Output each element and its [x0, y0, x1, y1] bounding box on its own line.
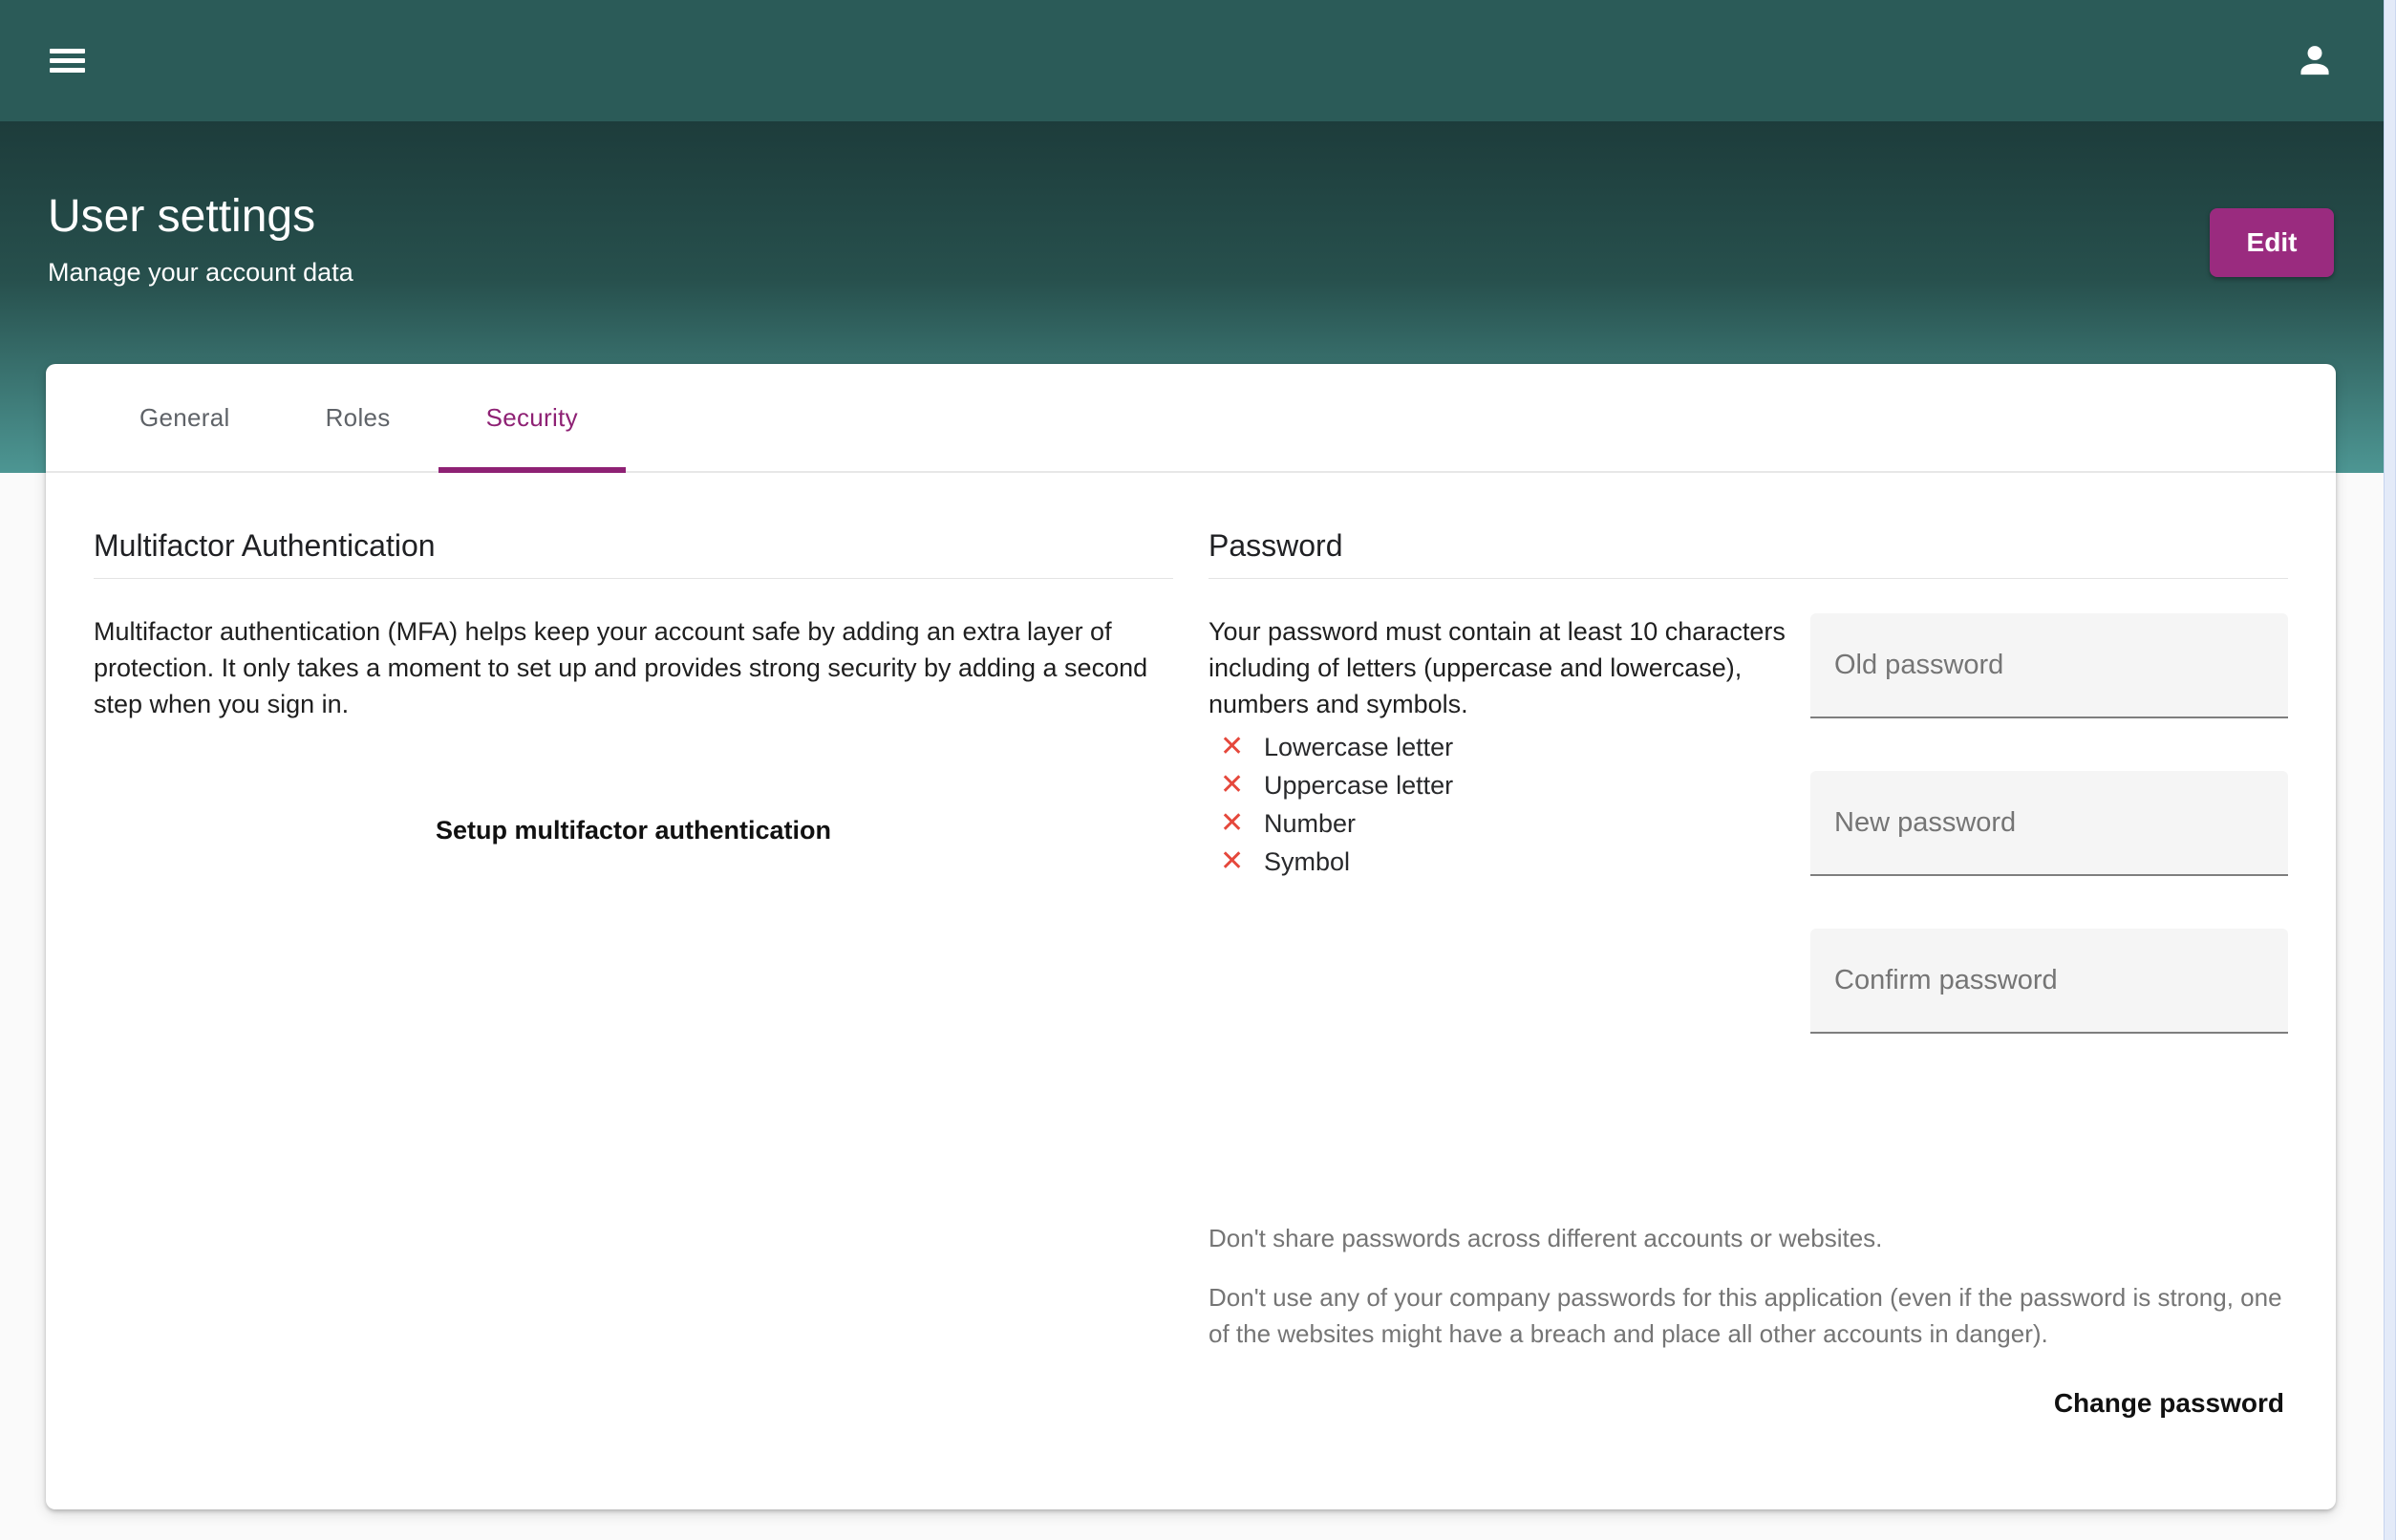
fail-x-icon: ✕ — [1220, 728, 1251, 766]
password-note: Don't share passwords across different a… — [1209, 1220, 2288, 1256]
fail-x-icon: ✕ — [1220, 804, 1251, 843]
requirement-number: ✕ Number — [1209, 804, 1799, 843]
requirement-label: Number — [1264, 809, 1356, 839]
password-notes: Don't share passwords across different a… — [1209, 1220, 2288, 1352]
hamburger-bar — [50, 58, 85, 63]
new-password-field — [1810, 771, 2288, 876]
hamburger-bar — [50, 49, 85, 53]
hamburger-menu-icon[interactable] — [50, 44, 85, 77]
requirement-lowercase: ✕ Lowercase letter — [1209, 728, 1799, 766]
setup-mfa-button[interactable]: Setup multifactor authentication — [420, 806, 846, 855]
password-requirements-intro: Your password must contain at least 10 c… — [1209, 613, 1799, 722]
password-section: Password Your password must contain at l… — [1209, 473, 2288, 1426]
tab-general[interactable]: General — [92, 364, 278, 471]
requirement-label: Symbol — [1264, 847, 1350, 877]
password-fields — [1810, 579, 2288, 1086]
confirm-password-field — [1810, 929, 2288, 1034]
top-app-bar — [0, 0, 2396, 121]
change-password-button[interactable]: Change password — [2050, 1380, 2288, 1426]
settings-card: General Roles Security Multifactor Authe… — [46, 364, 2336, 1509]
page-title: User settings — [48, 190, 315, 244]
edit-button[interactable]: Edit — [2210, 208, 2334, 277]
old-password-field — [1810, 613, 2288, 718]
mfa-section: Multifactor Authentication Multifactor a… — [94, 473, 1173, 1426]
tab-roles[interactable]: Roles — [278, 364, 439, 471]
user-settings-page: User settings Manage your account data E… — [0, 0, 2396, 1540]
requirement-label: Uppercase letter — [1264, 771, 1453, 801]
requirement-label: Lowercase letter — [1264, 733, 1453, 762]
vertical-scrollbar[interactable] — [2384, 0, 2396, 1540]
requirement-symbol: ✕ Symbol — [1209, 843, 1799, 881]
confirm-password-input[interactable] — [1810, 929, 2288, 1032]
page-subtitle: Manage your account data — [48, 255, 353, 289]
tab-security[interactable]: Security — [439, 364, 626, 471]
hamburger-bar — [50, 68, 85, 73]
tab-bar: General Roles Security — [46, 364, 2336, 473]
password-heading: Password — [1209, 525, 2288, 579]
security-tab-content: Multifactor Authentication Multifactor a… — [46, 473, 2336, 1426]
password-requirements-block: Your password must contain at least 10 c… — [1209, 579, 1799, 1086]
fail-x-icon: ✕ — [1220, 766, 1251, 804]
new-password-input[interactable] — [1810, 771, 2288, 874]
mfa-description: Multifactor authentication (MFA) helps k… — [94, 613, 1173, 722]
password-requirements-list: ✕ Lowercase letter ✕ Uppercase letter ✕ … — [1209, 728, 1799, 881]
fail-x-icon: ✕ — [1220, 843, 1251, 881]
mfa-heading: Multifactor Authentication — [94, 525, 1173, 579]
person-account-icon[interactable] — [2293, 39, 2337, 83]
old-password-input[interactable] — [1810, 613, 2288, 717]
requirement-uppercase: ✕ Uppercase letter — [1209, 766, 1799, 804]
password-note: Don't use any of your company passwords … — [1209, 1279, 2288, 1352]
password-grid: Your password must contain at least 10 c… — [1209, 579, 2288, 1086]
change-password-row: Change password — [1209, 1380, 2288, 1426]
